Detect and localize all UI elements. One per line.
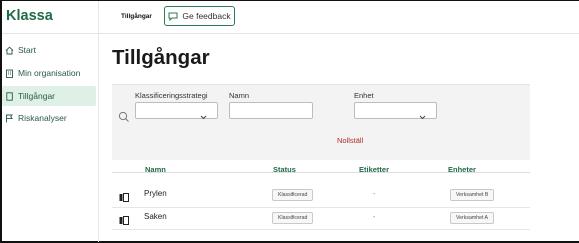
row-name-prylen[interactable]: Prylen: [144, 189, 167, 198]
sidebar-item-label: Riskanalyser: [18, 113, 67, 123]
strategy-label: Klassificeringsstrategi: [135, 91, 208, 100]
feedback-label: Ge feedback: [182, 11, 231, 21]
sidebar-item-label: Start: [18, 45, 36, 55]
sidebar-item-riskanalyser[interactable]: Riskanalyser: [2, 108, 96, 128]
search-icon[interactable]: [118, 110, 130, 128]
strategy-select[interactable]: [135, 102, 218, 120]
document-icon: [119, 212, 129, 230]
top-bar: [2, 1, 579, 34]
reset-button[interactable]: Nollställ: [337, 136, 363, 145]
brand-logo[interactable]: Klassa: [6, 8, 53, 24]
tags-value: -: [373, 191, 376, 198]
chat-icon: [168, 12, 178, 21]
page-title: Tillgångar: [112, 46, 210, 69]
building-icon: [5, 69, 14, 78]
sidebar-item-start[interactable]: Start: [2, 40, 96, 60]
file-icon: [5, 91, 14, 101]
unit-select[interactable]: [354, 102, 437, 120]
sidebar-item-label: Min organisation: [18, 68, 81, 78]
unit-badge: Verksamhet A: [450, 212, 495, 224]
feedback-button[interactable]: Ge feedback: [164, 6, 235, 26]
table-header-divider: [112, 172, 530, 173]
flag-icon: [5, 114, 14, 123]
status-badge: Klassificerad: [272, 212, 314, 224]
sidebar-item-label: Tillgångar: [18, 91, 56, 101]
unit-badge: Verksamhet B: [450, 189, 495, 201]
status-badge: Klassificerad: [272, 189, 314, 201]
document-icon: [119, 189, 129, 207]
row-name-saken[interactable]: Saken: [144, 212, 167, 221]
sidebar-item-tillgangar[interactable]: Tillgångar: [2, 86, 96, 106]
row-divider: [112, 229, 530, 230]
sidebar-nav: Start Min organisation Tillgångar Riskan…: [2, 40, 96, 130]
name-label: Namn: [229, 91, 250, 100]
name-input[interactable]: [229, 102, 313, 119]
sidebar-item-min-organisation[interactable]: Min organisation: [2, 62, 96, 84]
sidebar-divider: [98, 1, 99, 242]
tags-value: -: [373, 214, 376, 221]
unit-label: Enhet: [354, 91, 374, 100]
home-icon: [5, 46, 14, 55]
chevron-down-icon: [200, 107, 207, 125]
breadcrumb[interactable]: Tillgångar: [121, 13, 152, 20]
row-divider: [112, 207, 530, 208]
chevron-down-icon: [419, 107, 426, 125]
